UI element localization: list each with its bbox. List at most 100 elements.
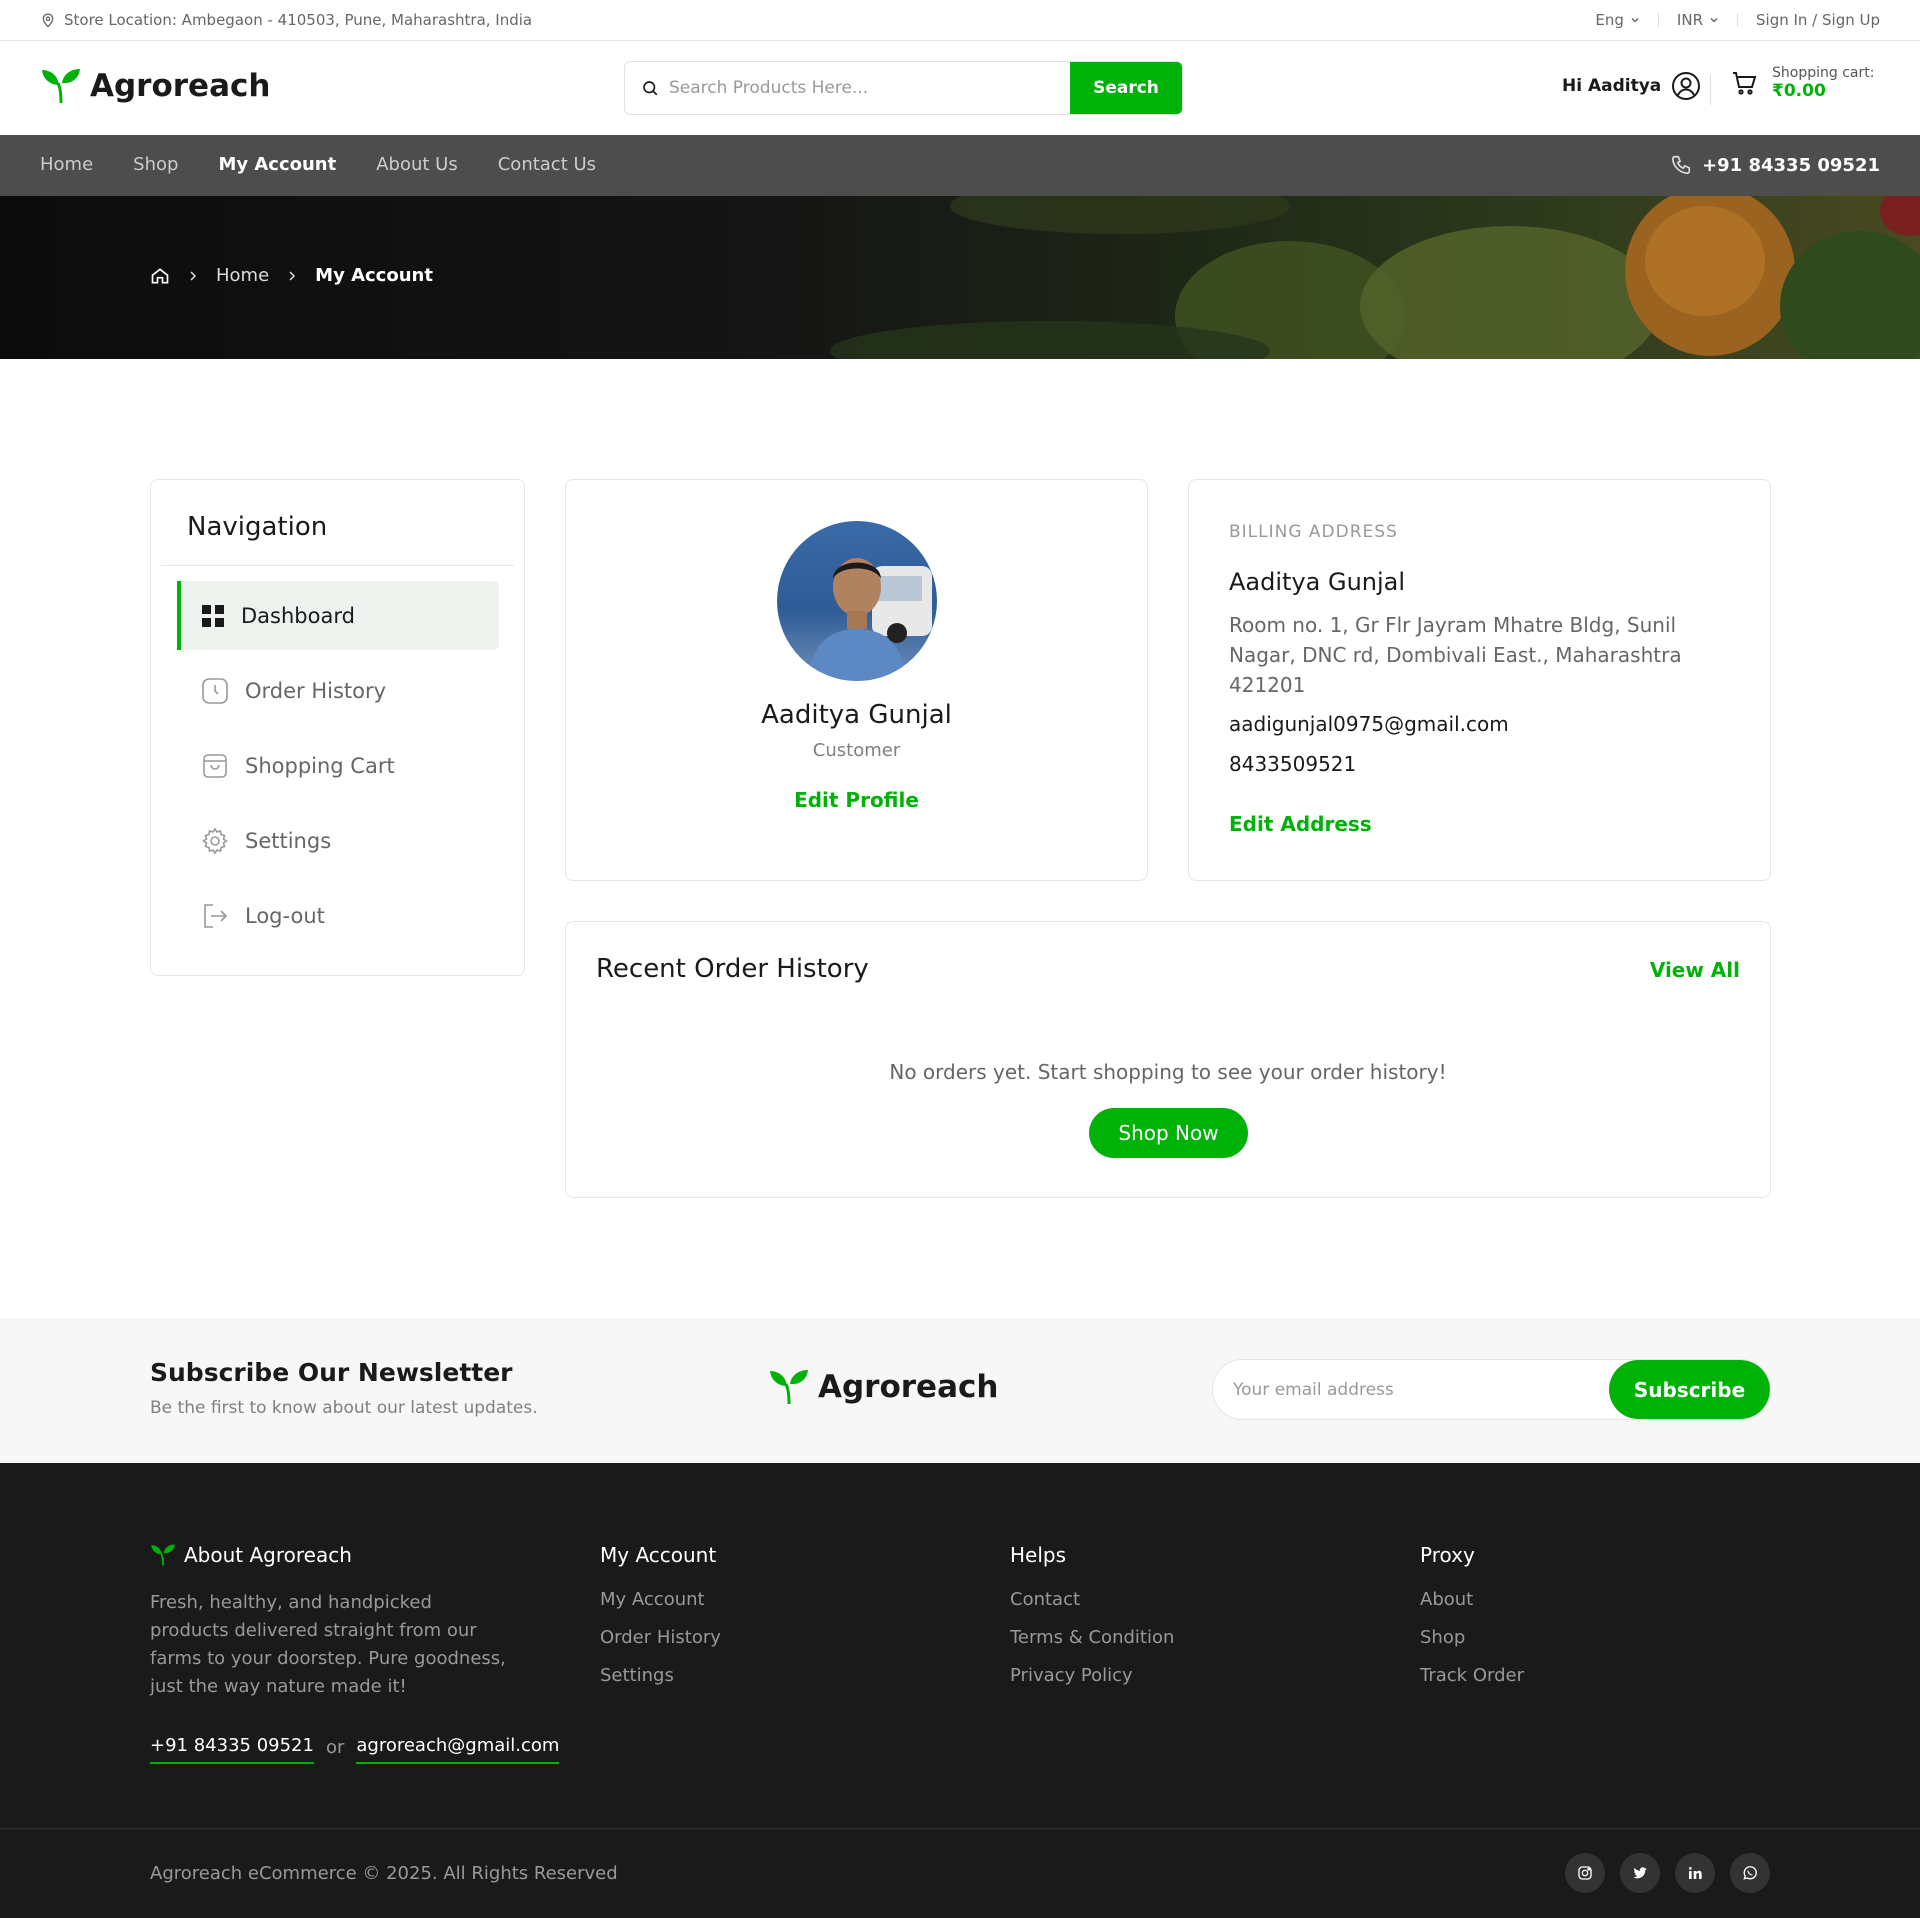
billing-name: Aaditya Gunjal xyxy=(1229,568,1406,596)
store-location-text: Store Location: Ambegaon - 410503, Pune,… xyxy=(64,11,533,29)
billing-email: aadigunjal0975@gmail.com xyxy=(1229,712,1509,736)
copyright: Agroreach eCommerce © 2025. All Rights R… xyxy=(150,1863,618,1884)
logo[interactable]: Agroreach xyxy=(40,67,270,105)
chevron-down-icon xyxy=(1630,15,1640,25)
nav-phone-number: +91 84335 09521 xyxy=(1702,154,1880,176)
edit-profile-link[interactable]: Edit Profile xyxy=(566,788,1147,812)
orders-title: Recent Order History xyxy=(596,954,869,984)
cart-widget[interactable]: Shopping cart: ₹0.00 xyxy=(1730,65,1874,101)
logo-text: Agroreach xyxy=(90,68,271,104)
footer-link[interactable]: Shop xyxy=(1420,1627,1524,1648)
sidebar-item-dashboard[interactable]: Dashboard xyxy=(177,581,499,650)
footer-about: About Agroreach Fresh, healthy, and hand… xyxy=(150,1543,510,1701)
shop-now-button[interactable]: Shop Now xyxy=(1089,1108,1248,1158)
search-icon xyxy=(641,79,659,97)
search-placeholder: Search Products Here... xyxy=(669,78,869,98)
footer-link[interactable]: Track Order xyxy=(1420,1665,1524,1686)
sign-in-link[interactable]: Sign In / Sign Up xyxy=(1756,11,1880,29)
footer-column-my-account: My Account My Account Order History Sett… xyxy=(600,1543,721,1703)
linkedin-icon[interactable] xyxy=(1675,1853,1715,1893)
user-menu[interactable]: Hi Aaditya xyxy=(1562,71,1701,101)
footer-link[interactable]: Terms & Condition xyxy=(1010,1627,1174,1648)
recent-orders-card: Recent Order History View All No orders … xyxy=(565,921,1771,1198)
sidebar-item-settings[interactable]: Settings xyxy=(177,806,499,875)
footer-email-link[interactable]: agroreach@gmail.com xyxy=(356,1735,560,1764)
footer-column-title: Proxy xyxy=(1420,1543,1475,1567)
divider xyxy=(0,1828,1920,1829)
sidebar-item-order-history[interactable]: Order History xyxy=(177,656,499,725)
footer-link[interactable]: Contact xyxy=(1010,1589,1174,1610)
divider xyxy=(161,565,514,566)
footer-about-text: Fresh, healthy, and handpicked products … xyxy=(150,1592,506,1697)
nav-item-contact-us[interactable]: Contact Us xyxy=(498,154,596,175)
leaf-logo-icon xyxy=(40,67,82,105)
nav-item-about-us[interactable]: About Us xyxy=(376,154,458,175)
account-navigation: Navigation Dashboard Order History Shopp… xyxy=(150,479,525,976)
sidebar-item-label: Order History xyxy=(245,678,387,703)
footer-column-proxy: Proxy About Shop Track Order xyxy=(1420,1543,1524,1703)
divider xyxy=(1710,75,1711,105)
footer-phone-link[interactable]: +91 84335 09521 xyxy=(150,1735,314,1764)
page-banner: Home My Account xyxy=(0,196,1920,359)
language-select[interactable]: Eng xyxy=(1595,11,1640,29)
divider xyxy=(1657,13,1659,27)
subscribe-button[interactable]: Subscribe xyxy=(1609,1360,1770,1419)
nav-item-home[interactable]: Home xyxy=(40,154,93,175)
twitter-icon[interactable] xyxy=(1620,1853,1660,1893)
main-nav: Home Shop My Account About Us Contact Us… xyxy=(0,135,1920,196)
search-input[interactable]: Search Products Here... xyxy=(625,62,1070,114)
profile-role: Customer xyxy=(812,740,901,761)
gear-icon xyxy=(201,827,229,855)
footer-contact: +91 84335 09521 or agroreach@gmail.com xyxy=(150,1735,560,1764)
billing-label: BILLING ADDRESS xyxy=(1229,522,1398,542)
cart-amount: ₹0.00 xyxy=(1772,81,1826,101)
sidebar-item-label: Settings xyxy=(245,828,332,853)
newsletter-logo: Agroreach xyxy=(768,1368,998,1406)
newsletter-title: Subscribe Our Newsletter xyxy=(150,1358,513,1387)
sidebar-item-logout[interactable]: Log-out xyxy=(177,881,499,950)
footer-about-title: About Agroreach xyxy=(184,1543,352,1567)
currency-value: INR xyxy=(1676,11,1703,29)
edit-address-link[interactable]: Edit Address xyxy=(1229,812,1372,836)
newsletter-email-input[interactable]: Your email address xyxy=(1213,1360,1609,1419)
search-button[interactable]: Search xyxy=(1070,62,1182,114)
avatar xyxy=(777,521,937,681)
footer-link[interactable]: Order History xyxy=(600,1627,721,1648)
footer-link[interactable]: Privacy Policy xyxy=(1010,1665,1174,1686)
newsletter-form: Your email address Subscribe xyxy=(1212,1359,1771,1420)
footer-link[interactable]: Settings xyxy=(600,1665,721,1686)
instagram-icon[interactable] xyxy=(1565,1853,1605,1893)
top-bar: Store Location: Ambegaon - 410503, Pune,… xyxy=(0,0,1920,41)
nav-phone[interactable]: +91 84335 09521 xyxy=(1670,154,1880,176)
chevron-down-icon xyxy=(1709,15,1719,25)
sidebar-item-label: Log-out xyxy=(245,903,325,928)
sidebar-item-shopping-cart[interactable]: Shopping Cart xyxy=(177,731,499,800)
home-icon[interactable] xyxy=(150,266,170,286)
phone-icon xyxy=(1670,154,1692,176)
footer-column-helps: Helps Contact Terms & Condition Privacy … xyxy=(1010,1543,1174,1703)
store-location: Store Location: Ambegaon - 410503, Pune,… xyxy=(40,11,532,29)
leaf-logo-icon xyxy=(768,1368,810,1406)
sidebar-item-label: Shopping Cart xyxy=(245,753,395,778)
footer-column-title: Helps xyxy=(1010,1543,1067,1567)
footer-link[interactable]: About xyxy=(1420,1589,1524,1610)
currency-select[interactable]: INR xyxy=(1677,11,1719,29)
bag-icon xyxy=(201,752,229,780)
whatsapp-icon[interactable] xyxy=(1730,1853,1770,1893)
language-value: Eng xyxy=(1595,11,1624,29)
location-pin-icon xyxy=(40,12,56,28)
breadcrumb-home[interactable]: Home xyxy=(216,265,269,286)
search-bar: Search Products Here... Search xyxy=(624,61,1183,115)
billing-address: Room no. 1, Gr Flr Jayram Mhatre Bldg, S… xyxy=(1229,613,1682,697)
view-all-link[interactable]: View All xyxy=(1650,958,1740,982)
newsletter-section: Subscribe Our Newsletter Be the first to… xyxy=(0,1318,1920,1463)
logout-icon xyxy=(201,902,229,930)
billing-phone: 8433509521 xyxy=(1229,752,1357,776)
profile-name: Aaditya Gunjal xyxy=(761,700,952,730)
footer: About Agroreach Fresh, healthy, and hand… xyxy=(0,1463,1920,1918)
nav-item-shop[interactable]: Shop xyxy=(133,154,178,175)
navigation-title: Navigation xyxy=(187,512,328,542)
user-icon xyxy=(1671,71,1701,101)
nav-item-my-account[interactable]: My Account xyxy=(218,154,336,175)
footer-link[interactable]: My Account xyxy=(600,1589,721,1610)
